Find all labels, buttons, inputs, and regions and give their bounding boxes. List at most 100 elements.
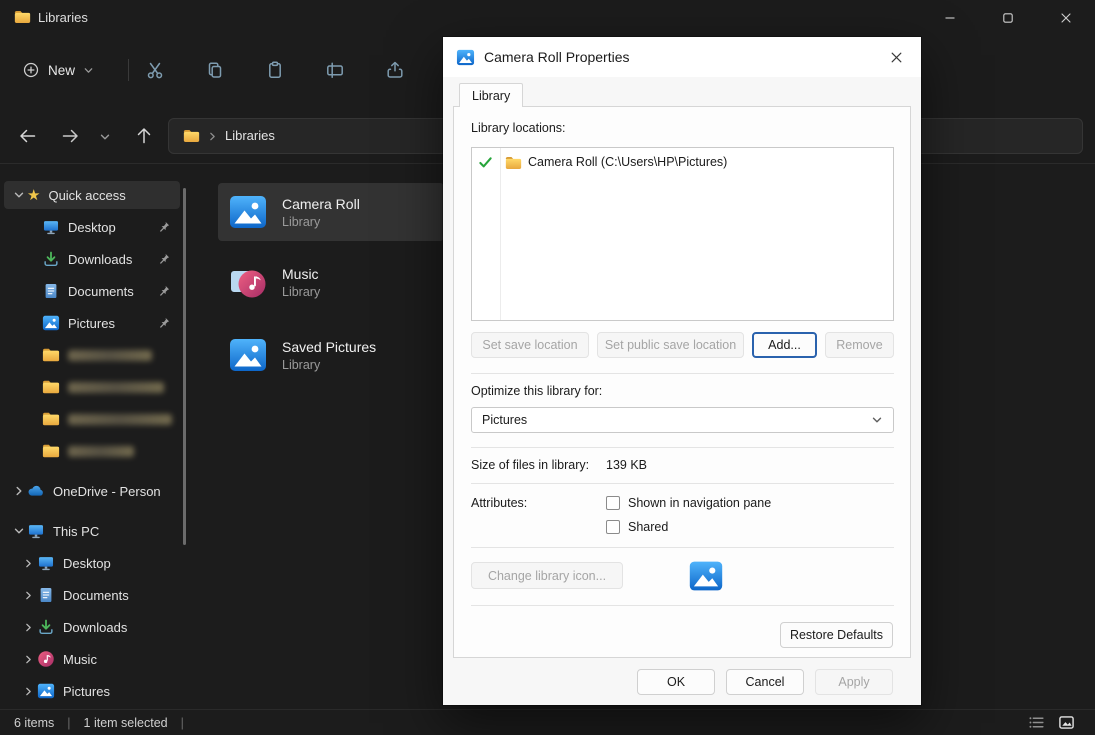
folder-icon [505,156,522,170]
shared-checkbox[interactable] [606,520,620,534]
sidebar-item-pc-pictures[interactable]: Pictures [4,677,180,705]
tab-library[interactable]: Library [459,83,524,107]
sidebar-item-label: Desktop [68,219,116,235]
file-row-music[interactable]: Music Library [218,253,444,311]
add-button[interactable]: Add... [752,332,817,358]
forward-button[interactable] [60,126,80,146]
sidebar-item-desktop[interactable]: Desktop [4,213,180,241]
apply-button[interactable]: Apply [815,669,893,695]
chevron-right-icon[interactable] [10,485,27,497]
monitor-icon [42,218,60,236]
size-value: 139 KB [606,458,648,472]
close-button[interactable] [1043,0,1089,36]
restore-defaults-button[interactable]: Restore Defaults [780,622,893,648]
sidebar-item-pc-music[interactable]: Music [4,645,180,673]
nav-pane-checkbox-label[interactable]: Shown in navigation pane [628,496,771,510]
chevron-right-icon[interactable] [20,621,37,633]
sidebar-item-folder-redacted[interactable] [4,341,180,369]
new-button-label: New [48,62,76,78]
set-save-location-button[interactable]: Set save location [471,332,589,358]
sidebar-item-label: Pictures [63,683,110,699]
plus-circle-icon [22,61,40,79]
copy-icon[interactable] [205,60,225,80]
redacted-label [68,349,152,361]
sidebar-item-label: Desktop [63,555,111,571]
paste-icon[interactable] [265,60,285,80]
titlebar[interactable]: Libraries [0,0,1095,36]
sidebar-item-folder-redacted[interactable] [4,437,180,465]
chevron-right-icon[interactable] [20,557,37,569]
cancel-button[interactable]: Cancel [726,669,804,695]
maximize-icon [1002,12,1014,24]
library-icon-preview [688,558,724,594]
breadcrumb-folder-icon [183,129,200,143]
sidebar-item-downloads[interactable]: Downloads [4,245,180,273]
remove-button[interactable]: Remove [825,332,894,358]
sidebar-item-onedrive[interactable]: OneDrive - Person [4,477,180,505]
onedrive-cloud-icon [27,482,45,500]
folder-icon [42,378,60,396]
sidebar-item-pictures[interactable]: Pictures [4,309,180,337]
redacted-label [68,445,134,457]
chevron-right-icon[interactable] [20,589,37,601]
nav-pane-checkbox[interactable] [606,496,620,510]
status-divider: | [180,715,184,730]
divider [471,605,894,606]
dialog-titlebar[interactable]: Camera Roll Properties [443,37,921,77]
sidebar-item-label: Documents [63,587,129,603]
breadcrumb-chevron-icon [207,131,218,142]
recent-locations-button[interactable] [99,131,111,143]
sidebar-item-label: Documents [68,283,134,299]
file-row-camera-roll[interactable]: Camera Roll Library [218,183,444,241]
sidebar-item-pc-desktop[interactable]: Desktop [4,549,180,577]
share-icon[interactable] [385,60,405,80]
location-item[interactable]: Camera Roll (C:\Users\HP\Pictures) [528,155,727,169]
sidebar-item-documents[interactable]: Documents [4,277,180,305]
file-name: Saved Pictures [282,338,377,355]
chevron-right-icon[interactable] [20,653,37,665]
library-locations-list[interactable]: Camera Roll (C:\Users\HP\Pictures) [471,147,894,321]
sidebar-item-label: Pictures [68,315,115,331]
sidebar-item-label: This PC [53,523,100,539]
thumbnail-view-icon[interactable] [1058,714,1075,731]
optimize-value: Pictures [482,413,528,427]
minimize-icon [944,12,956,24]
divider [471,447,894,448]
ok-button[interactable]: OK [637,669,715,695]
set-public-save-location-button[interactable]: Set public save location [597,332,744,358]
tab-label: Library [472,88,511,103]
optimize-dropdown[interactable]: Pictures [471,407,894,433]
chevron-down-icon[interactable] [10,189,27,201]
dialog-close-button[interactable] [876,40,916,74]
pin-icon [157,284,171,298]
up-button[interactable] [134,126,154,146]
breadcrumb-libraries[interactable]: Libraries [225,128,275,143]
pin-icon [157,316,171,330]
shared-checkbox-label[interactable]: Shared [628,520,668,534]
minimize-button[interactable] [927,0,973,36]
change-library-icon-button[interactable]: Change library icon... [471,562,623,589]
rename-icon[interactable] [325,60,345,80]
new-button[interactable]: New [12,54,104,86]
cut-icon[interactable] [145,60,165,80]
sidebar-item-label: Quick access [48,187,126,203]
divider [471,373,894,374]
toolbar-divider [128,59,129,81]
music-icon [37,650,55,668]
sidebar-item-pc-downloads[interactable]: Downloads [4,613,180,641]
sidebar-item-quick-access[interactable]: ★ Quick access [4,181,180,209]
pictures-icon [42,314,60,332]
sidebar-item-folder-redacted[interactable] [4,405,180,433]
pictures-library-icon [228,192,268,232]
back-button[interactable] [18,126,38,146]
sidebar-scrollbar[interactable] [183,188,186,545]
details-view-icon[interactable] [1028,714,1045,731]
chevron-right-icon[interactable] [20,685,37,697]
sidebar-item-folder-redacted[interactable] [4,373,180,401]
maximize-button[interactable] [985,0,1031,36]
sidebar-item-this-pc[interactable]: This PC [4,517,180,545]
chevron-down-icon[interactable] [10,525,27,537]
sidebar-item-pc-documents[interactable]: Documents [4,581,180,609]
folder-icon [42,410,60,428]
file-row-saved-pictures[interactable]: Saved Pictures Library [218,326,444,384]
